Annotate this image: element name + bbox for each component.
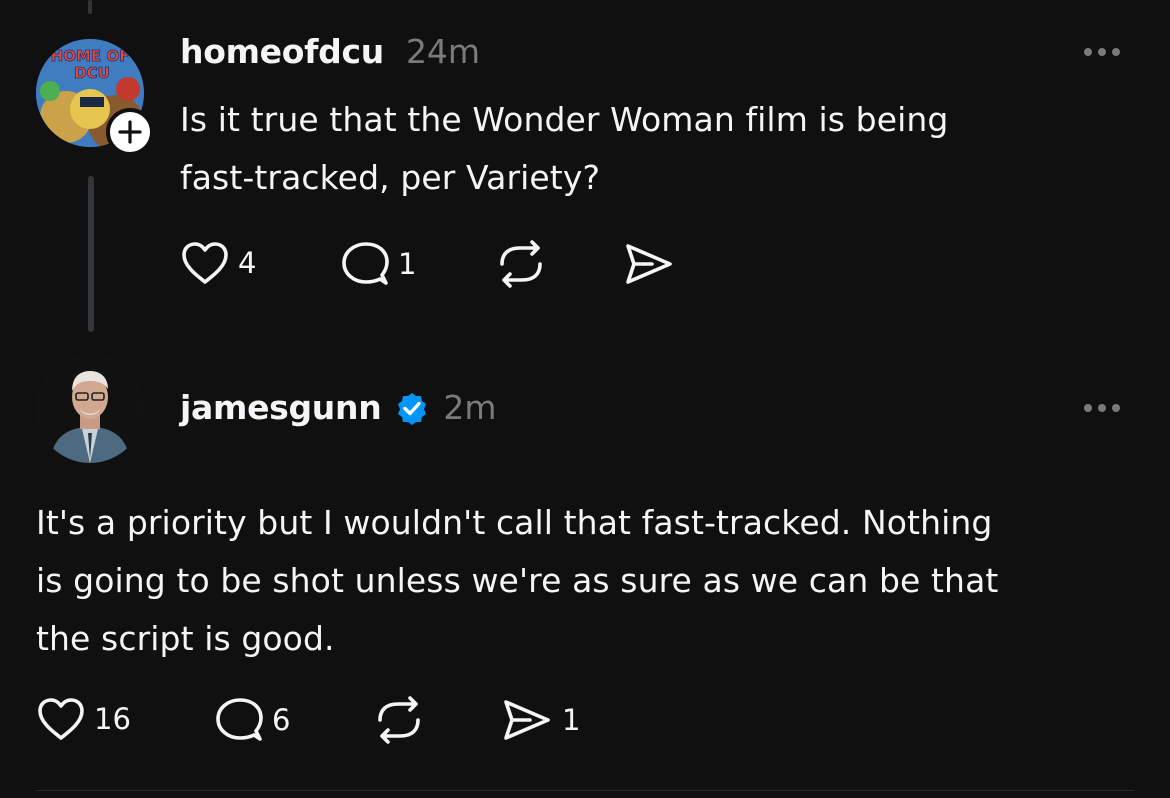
plus-icon — [118, 120, 142, 144]
avatar-jamesgunn[interactable] — [36, 355, 144, 463]
post1-like-button[interactable]: 4 — [180, 240, 256, 286]
post1-text-line-2: fast-tracked, per Variety? — [180, 158, 601, 197]
comment-icon — [342, 242, 389, 285]
username-homeofdcu[interactable]: homeofdcu — [180, 32, 384, 71]
post1-reply-count: 1 — [398, 247, 417, 281]
post2-text-line-2: is going to be shot unless we're as sure… — [36, 561, 999, 600]
follow-button[interactable] — [106, 108, 154, 156]
post1-header: homeofdcu 24m — [180, 32, 480, 71]
verified-badge-icon — [398, 392, 427, 425]
post1-share-button[interactable] — [620, 240, 684, 288]
avatar-logo-text-2: DCU — [74, 64, 110, 82]
comment-icon — [216, 698, 263, 741]
post2-text-line-3: the script is good. — [36, 619, 335, 658]
post2-text: It's a priority but I wouldn't call that… — [36, 494, 1146, 668]
username-jamesgunn[interactable]: jamesgunn — [180, 388, 382, 427]
thread-line-top — [88, 0, 92, 14]
post1-timestamp: 24m — [405, 32, 481, 71]
post2-more-button[interactable] — [1080, 398, 1124, 422]
post1-like-count: 4 — [238, 246, 257, 280]
post1-text: Is it true that the Wonder Woman film is… — [180, 91, 948, 207]
post2-like-button[interactable]: 16 — [36, 696, 131, 742]
post1-text-line-1: Is it true that the Wonder Woman film is… — [180, 100, 949, 139]
heart-icon — [38, 698, 84, 740]
post1-reply-button[interactable]: 1 — [340, 240, 416, 288]
send-icon — [504, 700, 550, 740]
avatar-logo-text-1: HOME OF — [51, 47, 130, 65]
post1-more-button[interactable] — [1080, 42, 1124, 66]
post1-repost-button[interactable] — [494, 240, 556, 288]
post2-share-button[interactable]: 1 — [498, 696, 580, 744]
post2-like-count: 16 — [94, 702, 131, 736]
post2-share-count: 1 — [562, 703, 581, 737]
post2-reply-count: 6 — [272, 703, 291, 737]
avatar-photo-image — [36, 355, 144, 463]
post2-reply-button[interactable]: 6 — [214, 696, 290, 744]
post2-timestamp: 2m — [443, 388, 497, 427]
repost-icon — [378, 696, 420, 744]
send-icon — [626, 244, 672, 284]
repost-icon — [500, 240, 542, 288]
post-divider — [36, 790, 1134, 791]
thread-line — [88, 176, 94, 332]
post2-text-line-1: It's a priority but I wouldn't call that… — [36, 503, 993, 542]
heart-icon — [182, 242, 228, 284]
more-icon — [1084, 404, 1120, 412]
post2-header: jamesgunn 2m — [180, 388, 497, 427]
post2-repost-button[interactable] — [372, 696, 434, 744]
more-icon — [1084, 48, 1120, 56]
